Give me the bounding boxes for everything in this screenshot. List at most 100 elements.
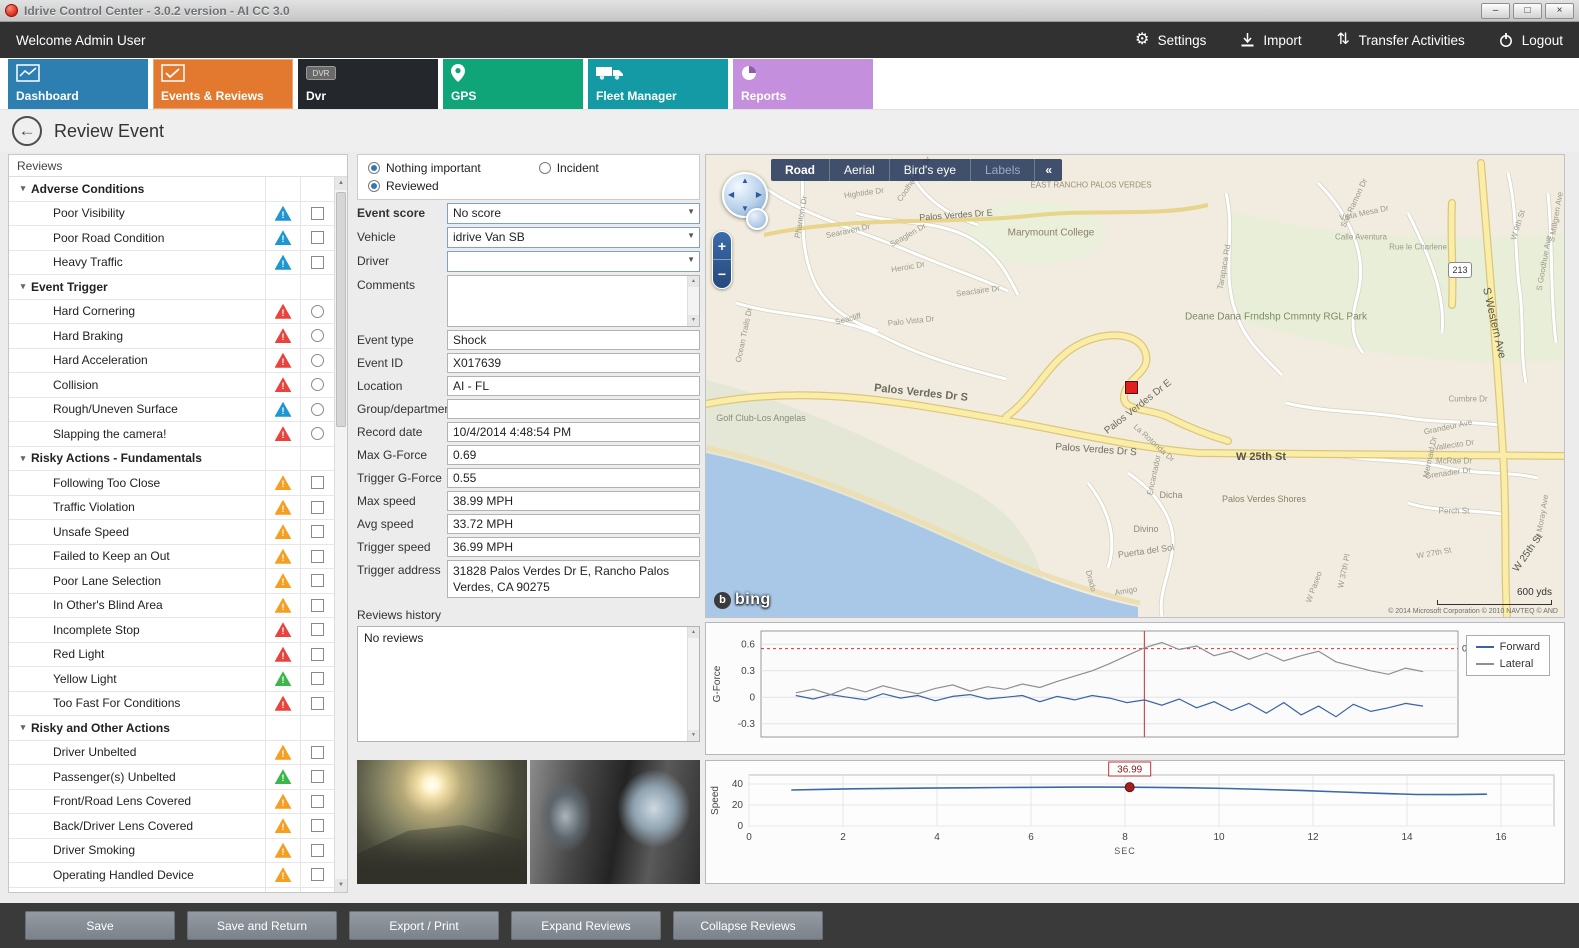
review-category-row[interactable]: Risky and Other Actions <box>9 716 334 741</box>
review-item-row[interactable]: In Other's Blind Area <box>9 594 334 619</box>
scrollbar[interactable]: ▲▼ <box>687 276 699 326</box>
map-style-bird-s-eye[interactable]: Bird's eye <box>890 159 971 181</box>
close-button[interactable]: × <box>1545 3 1574 19</box>
collapse-reviews-button[interactable]: Collapse Reviews <box>673 911 823 940</box>
map-rotate-knob[interactable] <box>746 208 768 230</box>
review-item-row[interactable]: Too Fast For Conditions <box>9 692 334 717</box>
status-option-nothing-important[interactable]: Nothing important <box>368 161 481 175</box>
review-item-checkbox[interactable] <box>311 819 324 832</box>
tab-fleet[interactable]: Fleet Manager <box>588 59 728 109</box>
review-item-row[interactable]: Rough/Uneven Surface <box>9 398 334 423</box>
review-item-checkbox[interactable] <box>311 501 324 514</box>
map-panel[interactable]: EAST RANCHO PALOS VERDESMarymount Colleg… <box>705 154 1565 618</box>
review-item-checkbox[interactable] <box>311 697 324 710</box>
collapse-arrow-icon[interactable] <box>15 453 31 464</box>
review-item-row[interactable]: Driver Unbelted <box>9 741 334 766</box>
back-button[interactable]: ← <box>12 116 42 146</box>
review-item-row[interactable]: Hard Acceleration <box>9 349 334 374</box>
review-item-checkbox[interactable] <box>311 599 324 612</box>
review-item-row[interactable]: Collision <box>9 373 334 398</box>
collapse-arrow-icon[interactable] <box>15 722 31 733</box>
tab-gps[interactable]: GPS <box>443 59 583 109</box>
save-button[interactable]: Save <box>25 911 175 940</box>
review-item-checkbox[interactable] <box>311 231 324 244</box>
review-item-row[interactable]: Red Light <box>9 643 334 668</box>
review-item-checkbox[interactable] <box>311 648 324 661</box>
review-category-row[interactable]: Risky Actions - Fundamentals <box>9 447 334 472</box>
review-item-checkbox[interactable] <box>311 525 324 538</box>
zoom-in-button[interactable]: + <box>713 232 731 260</box>
collapse-arrow-icon[interactable] <box>15 281 31 292</box>
review-item-row[interactable]: Hard Braking <box>9 324 334 349</box>
review-item-row[interactable]: Following Too Close <box>9 471 334 496</box>
review-item-row[interactable]: Yellow Light <box>9 667 334 692</box>
review-item-row[interactable]: Back/Driver Lens Covered <box>9 814 334 839</box>
tab-dvr[interactable]: DVRDvr <box>298 59 438 109</box>
review-item-row[interactable]: Poor Lane Selection <box>9 569 334 594</box>
review-item-checkbox[interactable] <box>311 256 324 269</box>
review-item-radio[interactable] <box>311 305 324 318</box>
radio-icon[interactable] <box>539 162 551 174</box>
review-item-radio[interactable] <box>311 427 324 440</box>
review-item-checkbox[interactable] <box>311 868 324 881</box>
expand-reviews-button[interactable]: Expand Reviews <box>511 911 661 940</box>
review-item-row[interactable]: Hard Cornering <box>9 300 334 325</box>
review-item-checkbox[interactable] <box>311 476 324 489</box>
scrollbar-thumb[interactable] <box>336 192 346 427</box>
review-item-checkbox[interactable] <box>311 623 324 636</box>
review-item-row[interactable]: Poor Road Condition <box>9 226 334 251</box>
review-item-checkbox[interactable] <box>311 672 324 685</box>
review-item-row[interactable]: Operating Handled Device <box>9 863 334 888</box>
cabin-camera-video[interactable] <box>530 760 700 884</box>
minimize-button[interactable]: – <box>1481 3 1510 19</box>
map-style-aerial[interactable]: Aerial <box>830 159 890 181</box>
export-print-button[interactable]: Export / Print <box>349 911 499 940</box>
driver-dropdown[interactable] <box>447 251 700 272</box>
review-item-row[interactable]: Driver Smoking <box>9 839 334 864</box>
review-item-row[interactable]: Incomplete Stop <box>9 618 334 643</box>
tab-dashboard[interactable]: Dashboard <box>8 59 148 109</box>
review-item-row[interactable]: Poor Visibility <box>9 202 334 227</box>
scroll-up-icon[interactable] <box>335 177 347 190</box>
review-item-checkbox[interactable] <box>311 746 324 759</box>
review-item-row[interactable]: Traffic Violation <box>9 496 334 521</box>
review-category-row[interactable]: Event Trigger <box>9 275 334 300</box>
scrollbar[interactable]: ▲▼ <box>687 627 699 741</box>
review-item-row[interactable]: Failed to Keep an Out <box>9 545 334 570</box>
review-item-radio[interactable] <box>311 378 324 391</box>
review-item-row[interactable]: Passenger(s) Unbelted <box>9 765 334 790</box>
transfer-button[interactable]: ⇅Transfer Activities <box>1336 32 1465 48</box>
tab-reports[interactable]: Reports <box>733 59 873 109</box>
radio-selected-icon[interactable] <box>368 180 380 192</box>
review-item-radio[interactable] <box>311 354 324 367</box>
comments-textarea[interactable]: ▲▼ <box>447 275 700 327</box>
review-item-radio[interactable] <box>311 329 324 342</box>
review-item-row[interactable]: Front/Road Lens Covered <box>9 790 334 815</box>
save-and-return-button[interactable]: Save and Return <box>187 911 337 940</box>
map-style-labels[interactable]: Labels <box>971 159 1035 181</box>
review-item-checkbox[interactable] <box>311 844 324 857</box>
zoom-out-button[interactable]: − <box>713 260 731 288</box>
radio-selected-icon[interactable] <box>368 162 380 174</box>
review-item-row[interactable]: Unsafe Speed <box>9 520 334 545</box>
review-category-row[interactable]: Adverse Conditions <box>9 177 334 202</box>
review-item-checkbox[interactable] <box>311 795 324 808</box>
pan-right-icon[interactable] <box>756 191 762 199</box>
scroll-down-icon[interactable]: ▼ <box>688 315 699 326</box>
review-item-checkbox[interactable] <box>311 574 324 587</box>
tab-events[interactable]: Events & Reviews <box>153 59 293 109</box>
scroll-up-icon[interactable]: ▲ <box>688 276 699 287</box>
scroll-down-icon[interactable]: ▼ <box>688 730 699 741</box>
logout-button[interactable]: Logout <box>1499 33 1563 48</box>
map-zoom-control[interactable]: + − <box>712 231 732 289</box>
pan-left-icon[interactable] <box>728 191 734 199</box>
review-item-checkbox[interactable] <box>311 770 324 783</box>
import-button[interactable]: Import <box>1240 33 1301 48</box>
review-item-row[interactable]: Heavy Traffic <box>9 251 334 276</box>
settings-button[interactable]: ⚙Settings <box>1135 32 1207 48</box>
scroll-up-icon[interactable]: ▲ <box>688 627 699 638</box>
review-item-checkbox[interactable] <box>311 207 324 220</box>
vehicle-dropdown[interactable]: idrive Van SB <box>447 227 700 248</box>
pan-up-icon[interactable] <box>741 177 749 185</box>
maximize-button[interactable]: □ <box>1513 3 1542 19</box>
